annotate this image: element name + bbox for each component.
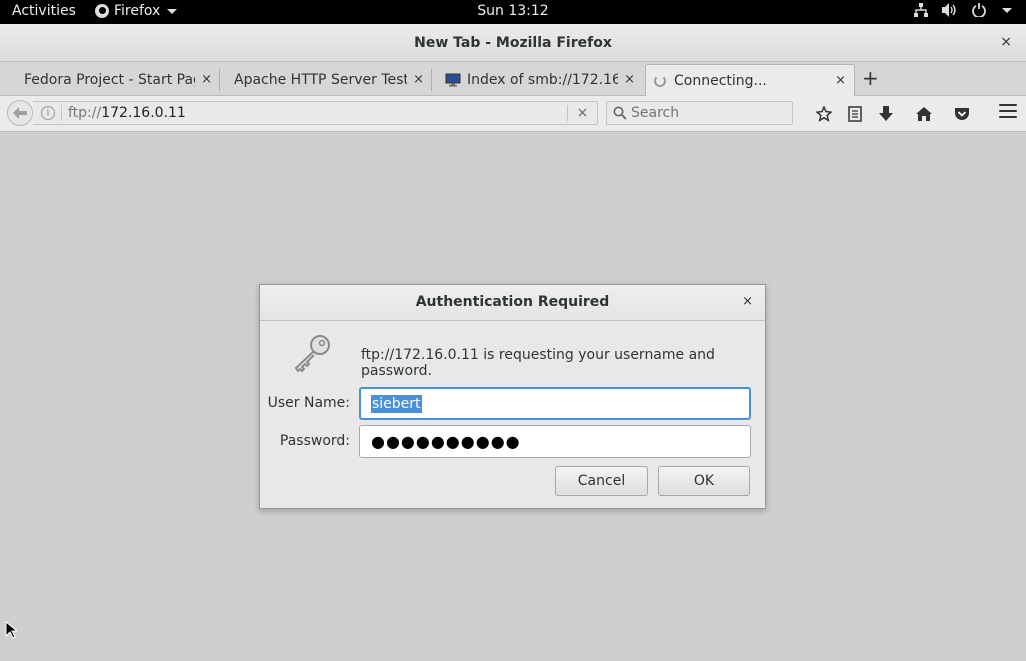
key-icon xyxy=(294,335,330,372)
reading-list-button[interactable] xyxy=(843,102,867,126)
menu-icon[interactable] xyxy=(999,104,1017,122)
ok-button[interactable]: OK xyxy=(658,466,750,496)
authentication-dialog: Authentication Required × ftp://172.16.0… xyxy=(259,284,766,509)
tab-label: Apache HTTP Server Test P xyxy=(234,71,408,88)
gnome-top-bar: Activities Firefox Sun 13:12 xyxy=(0,0,1026,24)
username-label: User Name: xyxy=(267,395,350,411)
search-bar[interactable] xyxy=(606,101,793,125)
bookmark-button[interactable] xyxy=(805,102,843,126)
username-field[interactable]: siebert xyxy=(359,387,751,420)
dialog-titlebar: Authentication Required × xyxy=(260,285,765,321)
volume-icon xyxy=(942,3,956,17)
tab-close-icon[interactable]: × xyxy=(413,72,424,87)
download-icon xyxy=(879,106,893,121)
home-icon xyxy=(916,107,932,121)
tab-fedora-start-page[interactable]: Fedora Project - Start Page × xyxy=(16,64,220,95)
back-icon xyxy=(13,107,27,119)
window-title: New Tab - Mozilla Firefox xyxy=(414,35,612,51)
tab-separator xyxy=(431,69,432,91)
search-icon xyxy=(613,106,627,120)
password-field[interactable]: ●●●●●●●●●● xyxy=(359,425,751,458)
cancel-button[interactable]: Cancel xyxy=(555,466,648,496)
network-icon xyxy=(914,3,928,17)
system-tray[interactable] xyxy=(914,3,1012,17)
url-divider xyxy=(61,105,62,121)
navigation-bar: i ftp://172.16.0.11 × xyxy=(0,96,1026,132)
tab-label: Connecting... xyxy=(674,72,767,89)
url-protocol: ftp:// xyxy=(68,105,102,121)
pocket-button[interactable] xyxy=(943,102,981,126)
dialog-message: ftp://172.16.0.11 is requesting your use… xyxy=(361,347,715,379)
password-label: Password: xyxy=(279,433,350,449)
pocket-icon xyxy=(955,108,969,120)
tab-close-icon[interactable]: × xyxy=(201,72,212,87)
spinner-icon xyxy=(654,74,666,87)
reading-list-icon xyxy=(848,106,862,122)
window-titlebar: New Tab - Mozilla Firefox × xyxy=(0,24,1026,62)
search-input[interactable] xyxy=(631,105,781,121)
tab-apache-test-page[interactable]: Apache HTTP Server Test P × xyxy=(226,64,432,95)
tab-close-icon[interactable]: × xyxy=(835,73,846,88)
home-button[interactable] xyxy=(905,102,943,126)
smb-monitor-icon xyxy=(445,73,461,86)
info-icon[interactable]: i xyxy=(41,106,55,120)
tab-separator xyxy=(219,69,220,91)
tab-label: Fedora Project - Start Page xyxy=(24,71,196,88)
clock[interactable]: Sun 13:12 xyxy=(0,3,1026,19)
mouse-cursor-icon xyxy=(5,621,17,639)
bookmark-star-icon xyxy=(816,106,832,122)
toolbar-icons xyxy=(805,102,981,126)
tab-close-icon[interactable]: × xyxy=(624,72,635,87)
window-close-button[interactable]: × xyxy=(1000,34,1012,50)
power-icon xyxy=(972,3,986,17)
username-value: siebert xyxy=(371,394,422,413)
downloads-button[interactable] xyxy=(867,102,905,126)
dialog-close-button[interactable]: × xyxy=(742,294,753,309)
tab-smb-index[interactable]: Index of smb://172.16.0 × xyxy=(437,64,643,95)
tab-label: Index of smb://172.16.0 xyxy=(467,71,619,88)
back-button[interactable] xyxy=(7,100,33,126)
url-text[interactable]: ftp://172.16.0.11 xyxy=(68,105,567,121)
new-tab-button[interactable]: + xyxy=(862,68,879,88)
url-host: 172.16.0.11 xyxy=(101,105,186,121)
password-mask: ●●●●●●●●●● xyxy=(371,432,521,451)
chevron-down-icon xyxy=(1002,7,1012,13)
dialog-title: Authentication Required xyxy=(415,294,610,310)
tab-connecting[interactable]: Connecting... × xyxy=(645,64,855,96)
stop-button[interactable]: × xyxy=(567,105,597,121)
url-bar[interactable]: i ftp://172.16.0.11 × xyxy=(33,101,598,125)
